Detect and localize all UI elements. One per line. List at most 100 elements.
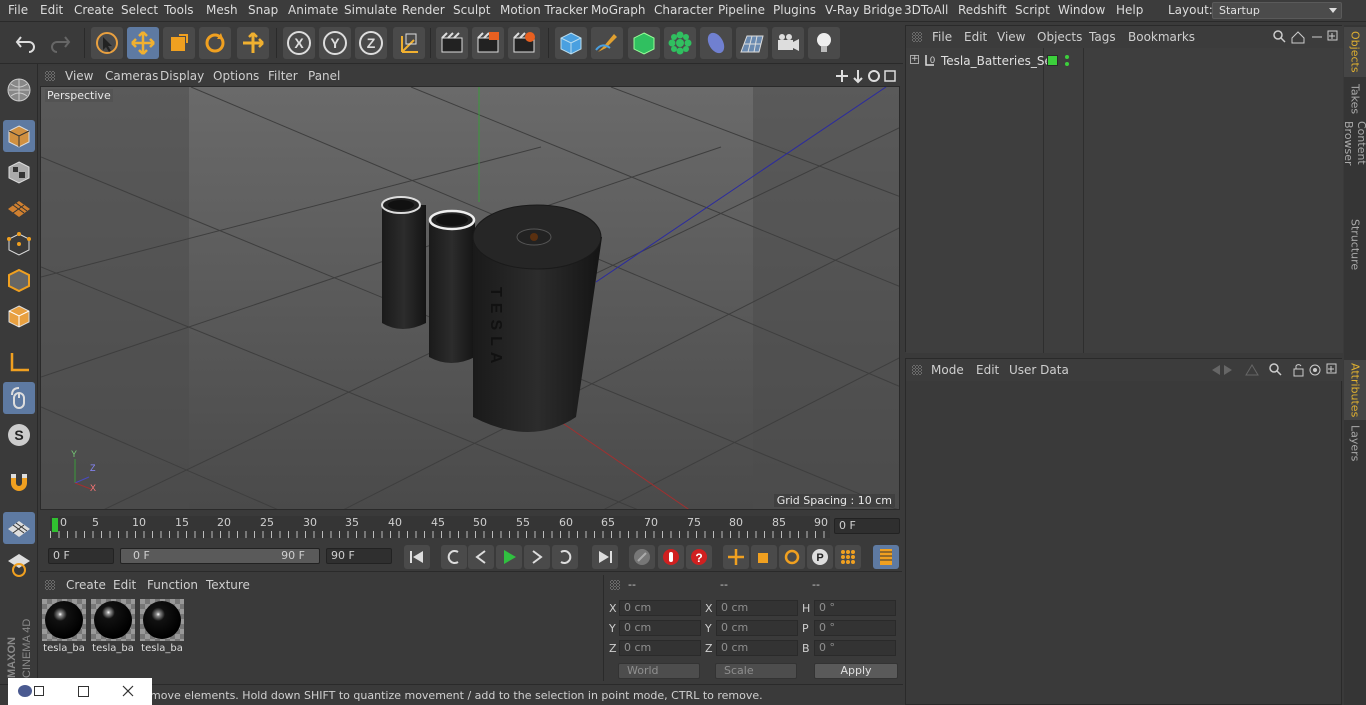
cloner-icon[interactable] [664,27,696,59]
material-menu-function[interactable]: Function [147,578,198,592]
object-menu-tags[interactable]: Tags [1089,30,1116,44]
menu-vray-bridge[interactable]: V-Ray Bridge [825,3,902,17]
tab-layers[interactable]: Layers [1344,423,1366,463]
size-x-field[interactable]: 0 cm [716,600,798,616]
object-menu-edit[interactable]: Edit [964,30,987,44]
object-menu-view[interactable]: View [997,30,1025,44]
key-parameter-icon[interactable]: P [807,545,833,569]
editor-visibility-dot[interactable] [1065,55,1069,59]
attribute-menu-mode[interactable]: Mode [931,363,964,377]
move-icon[interactable] [127,27,159,59]
go-to-start-icon[interactable] [404,545,430,569]
menu-tools[interactable]: Tools [164,3,194,17]
edit-render-settings-icon[interactable] [508,27,540,59]
menu-animate[interactable]: Animate [288,3,338,17]
render-visibility-dot[interactable] [1065,62,1069,66]
attribute-header-icons[interactable] [1202,362,1340,378]
perspective-viewport[interactable]: TESLA Y Z X Perspective Grid Spacing : 1… [40,86,900,510]
material-menu-edit[interactable]: Edit [113,578,136,592]
object-header-icons[interactable] [1272,29,1338,45]
light-icon[interactable] [808,27,840,59]
y-axis-icon[interactable]: Y [319,27,351,59]
pos-y-field[interactable]: 0 cm [619,620,701,636]
menu-plugins[interactable]: Plugins [773,3,816,17]
viewport-menu-display[interactable]: Display [160,69,204,83]
tab-takes[interactable]: Takes [1344,81,1366,117]
x-axis-icon[interactable]: X [283,27,315,59]
layer-color-swatch[interactable] [1047,55,1058,66]
floor-icon[interactable] [736,27,768,59]
menu-character[interactable]: Character [654,3,713,17]
panel-grip-icon[interactable] [912,365,922,375]
rotate-icon[interactable] [199,27,231,59]
material-swatch[interactable]: tesla_ba [140,599,184,655]
material-menu-create[interactable]: Create [66,578,106,592]
subdivision-icon[interactable] [628,27,660,59]
edges-mode-icon[interactable] [3,264,35,296]
scale-mode-dropdown[interactable]: Scale [715,663,797,679]
panel-grip-icon[interactable] [912,32,922,42]
workplane-mode-icon[interactable] [3,192,35,224]
close-icon[interactable] [122,685,134,697]
render-view-icon[interactable] [436,27,468,59]
material-swatch[interactable]: tesla_ba [91,599,135,655]
previous-frame-icon[interactable] [468,545,494,569]
object-menu-bookmarks[interactable]: Bookmarks [1128,30,1195,44]
live-selection-icon[interactable] [91,27,123,59]
polygons-mode-icon[interactable] [3,300,35,332]
object-menu-objects[interactable]: Objects [1037,30,1082,44]
object-row[interactable]: + 0 Tesla_Batteries_Set [906,52,1343,70]
restore-icon[interactable] [34,686,44,696]
start-frame-field[interactable]: 0 F [48,548,114,564]
menu-redshift[interactable]: Redshift [958,3,1007,17]
cube-icon[interactable] [555,27,587,59]
autokey-help-icon[interactable]: ? [686,545,712,569]
viewport-menu-cameras[interactable]: Cameras [105,69,158,83]
menu-pipeline[interactable]: Pipeline [718,3,765,17]
magnet-icon[interactable] [3,466,35,498]
attribute-menu-edit[interactable]: Edit [976,363,999,377]
timeline-track[interactable]: 0 5 10 15 20 25 30 35 40 45 50 55 60 65 … [50,516,830,538]
next-frame-icon[interactable] [524,545,550,569]
snapping-icon[interactable]: S [3,419,35,451]
model-mode-icon[interactable] [3,120,35,152]
camera-icon[interactable] [772,27,804,59]
material-menu-texture[interactable]: Texture [206,578,250,592]
frame-range-slider[interactable]: 0 F 90 F [120,548,320,564]
viewport-menu-options[interactable]: Options [213,69,259,83]
apply-button[interactable]: Apply [814,663,898,679]
menu-file[interactable]: File [8,3,28,17]
pos-x-field[interactable]: 0 cm [619,600,701,616]
z-axis-icon[interactable]: Z [355,27,387,59]
menu-sculpt[interactable]: Sculpt [453,3,490,17]
menu-help[interactable]: Help [1116,3,1143,17]
workplane-snap-icon[interactable] [3,548,35,580]
attribute-menu-user-data[interactable]: User Data [1009,363,1069,377]
tab-attributes[interactable]: Attributes [1344,360,1366,420]
menu-edit[interactable]: Edit [40,3,63,17]
panel-grip-icon[interactable] [45,580,55,590]
menu-mesh[interactable]: Mesh [206,3,238,17]
panel-grip-icon[interactable] [45,71,55,81]
viewport-nav-icons[interactable] [836,68,898,84]
size-y-field[interactable]: 0 cm [716,620,798,636]
go-to-end-icon[interactable] [592,545,618,569]
tab-content-browser[interactable]: Content Browser [1342,121,1366,211]
key-scale-icon[interactable] [751,545,777,569]
menu-create[interactable]: Create [74,3,114,17]
points-mode-icon[interactable] [3,228,35,260]
timeline-ruler[interactable]: 0 5 10 15 20 25 30 35 40 45 50 55 60 65 … [40,512,902,542]
previous-key-icon[interactable] [441,545,467,569]
timeline-window-icon[interactable] [873,545,899,569]
viewport-menu-panel[interactable]: Panel [308,69,340,83]
redo-icon[interactable] [44,27,76,59]
deformer-icon[interactable] [700,27,732,59]
make-editable-icon[interactable] [3,74,35,106]
menu-script[interactable]: Script [1015,3,1050,17]
play-icon[interactable] [496,545,522,569]
viewport-menu-filter[interactable]: Filter [268,69,298,83]
rot-b-field[interactable]: 0 ° [814,640,896,656]
tweak-mode-icon[interactable] [3,382,35,414]
tab-objects[interactable]: Objects [1344,27,1366,77]
key-point-level-icon[interactable] [835,545,861,569]
